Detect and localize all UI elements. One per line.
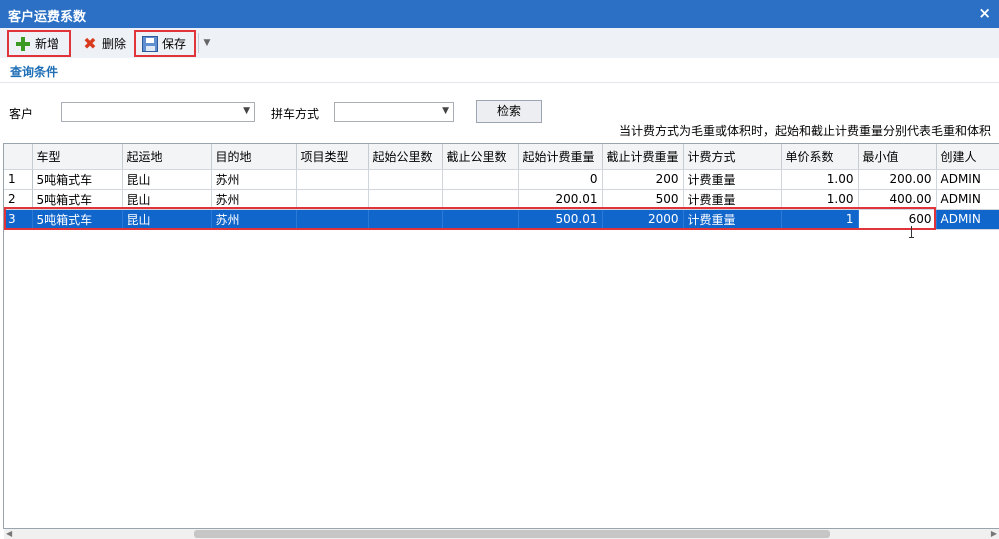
- column-header-start-weight[interactable]: 起始计费重量: [518, 144, 603, 170]
- table-row[interactable]: 2 5吨箱式车 昆山 苏州 200.01 500 计费重量 1.00 400.0…: [4, 189, 999, 210]
- cell-unit-coefficient[interactable]: 1: [781, 209, 859, 230]
- toolbar: 新增 ✖ 删除 保存 ▼: [0, 28, 999, 58]
- column-header-vehicle-type[interactable]: 车型: [32, 144, 123, 170]
- row-indicator-header[interactable]: [4, 144, 33, 170]
- column-header-project-type[interactable]: 项目类型: [296, 144, 369, 170]
- add-button[interactable]: 新增: [7, 30, 71, 57]
- column-header-unit-coefficient[interactable]: 单价系数: [781, 144, 859, 170]
- delete-button[interactable]: ✖ 删除: [76, 30, 132, 57]
- customer-select[interactable]: ▼: [61, 102, 255, 122]
- save-button-label: 保存: [162, 37, 187, 51]
- row-index: 1: [4, 169, 33, 190]
- plus-icon: [15, 36, 31, 52]
- cell-vehicle-type[interactable]: 5吨箱式车: [32, 209, 123, 230]
- cell-end-weight[interactable]: 2000: [602, 209, 684, 230]
- text-cursor-icon: [909, 226, 915, 238]
- column-header-destination[interactable]: 目的地: [211, 144, 297, 170]
- cell-minimum[interactable]: 400.00: [858, 189, 937, 210]
- toolbar-separator: [198, 33, 199, 53]
- scroll-left-icon[interactable]: ◀: [6, 529, 12, 538]
- cell-project-type[interactable]: [296, 189, 369, 210]
- chevron-down-icon[interactable]: ▼: [442, 106, 449, 116]
- cell-minimum-editing[interactable]: 600: [858, 209, 937, 230]
- cell-project-type[interactable]: [296, 209, 369, 230]
- grid-header-row: 车型 起运地 目的地 项目类型 起始公里数 截止公里数 起始计费重量 截止计费重…: [4, 144, 999, 170]
- column-header-end-weight[interactable]: 截止计费重量: [602, 144, 684, 170]
- column-header-minimum[interactable]: 最小值: [858, 144, 937, 170]
- delete-button-label: 删除: [102, 37, 127, 51]
- close-icon[interactable]: ×: [978, 4, 991, 22]
- cell-unit-coefficient[interactable]: 1.00: [781, 189, 859, 210]
- scrollbar-thumb[interactable]: [194, 530, 830, 538]
- toolbar-dropdown-icon[interactable]: ▼: [200, 34, 214, 52]
- cell-project-type[interactable]: [296, 169, 369, 190]
- customer-label: 客户: [9, 107, 34, 121]
- cell-vehicle-type[interactable]: 5吨箱式车: [32, 169, 123, 190]
- section-divider: [0, 82, 999, 83]
- delete-x-icon: ✖: [83, 33, 97, 53]
- table-row-selected[interactable]: 3 5吨箱式车 昆山 苏州 500.01 2000 计费重量 1 600 ADM…: [4, 209, 999, 230]
- row-index: 3: [4, 209, 33, 230]
- floppy-disk-icon: [142, 35, 158, 52]
- column-header-end-km[interactable]: 截止公里数: [442, 144, 519, 170]
- search-button[interactable]: 检索: [476, 100, 542, 123]
- query-section-title: 查询条件: [10, 65, 59, 79]
- cell-vehicle-type[interactable]: 5吨箱式车: [32, 189, 123, 210]
- cell-billing-mode[interactable]: 计费重量: [683, 169, 782, 190]
- cell-billing-mode[interactable]: 计费重量: [683, 209, 782, 230]
- chevron-down-icon[interactable]: ▼: [243, 106, 250, 116]
- cell-destination[interactable]: 苏州: [211, 209, 297, 230]
- freight-coefficient-grid: 车型 起运地 目的地 项目类型 起始公里数 截止公里数 起始计费重量 截止计费重…: [3, 143, 999, 529]
- cell-end-km[interactable]: [442, 209, 519, 230]
- cell-start-weight[interactable]: 200.01: [518, 189, 603, 210]
- window-title: 客户运费系数: [8, 10, 87, 25]
- add-button-label: 新增: [35, 37, 60, 51]
- cell-start-weight[interactable]: 500.01: [518, 209, 603, 230]
- cell-start-km[interactable]: [368, 209, 443, 230]
- cell-minimum[interactable]: 200.00: [858, 169, 937, 190]
- column-header-creator[interactable]: 创建人: [936, 144, 999, 170]
- cell-origin[interactable]: 昆山: [122, 209, 212, 230]
- cell-origin[interactable]: 昆山: [122, 189, 212, 210]
- cell-end-km[interactable]: [442, 169, 519, 190]
- cell-destination[interactable]: 苏州: [211, 169, 297, 190]
- column-header-start-km[interactable]: 起始公里数: [368, 144, 443, 170]
- cell-end-weight[interactable]: 500: [602, 189, 684, 210]
- cell-unit-coefficient[interactable]: 1.00: [781, 169, 859, 190]
- cell-start-km[interactable]: [368, 169, 443, 190]
- scroll-right-icon[interactable]: ▶: [991, 529, 997, 538]
- cell-start-weight[interactable]: 0: [518, 169, 603, 190]
- cell-origin[interactable]: 昆山: [122, 169, 212, 190]
- column-header-origin[interactable]: 起运地: [122, 144, 212, 170]
- row-index: 2: [4, 189, 33, 210]
- cell-start-km[interactable]: [368, 189, 443, 210]
- cell-creator[interactable]: ADMIN: [936, 169, 999, 190]
- table-row[interactable]: 1 5吨箱式车 昆山 苏州 0 200 计费重量 1.00 200.00 ADM…: [4, 169, 999, 190]
- cell-end-weight[interactable]: 200: [602, 169, 684, 190]
- column-header-billing-mode[interactable]: 计费方式: [683, 144, 782, 170]
- save-button[interactable]: 保存: [134, 30, 196, 57]
- horizontal-scrollbar[interactable]: ◀ ▶: [4, 529, 999, 539]
- cell-creator[interactable]: ADMIN: [936, 209, 999, 230]
- cell-billing-mode[interactable]: 计费重量: [683, 189, 782, 210]
- carpool-mode-select[interactable]: ▼: [334, 102, 454, 122]
- billing-note: 当计费方式为毛重或体积时，起始和截止计费重量分别代表毛重和体积: [618, 124, 991, 138]
- cell-end-km[interactable]: [442, 189, 519, 210]
- title-bar: 客户运费系数 ×: [0, 0, 999, 28]
- cell-destination[interactable]: 苏州: [211, 189, 297, 210]
- cell-creator[interactable]: ADMIN: [936, 189, 999, 210]
- carpool-mode-label: 拼车方式: [271, 107, 320, 121]
